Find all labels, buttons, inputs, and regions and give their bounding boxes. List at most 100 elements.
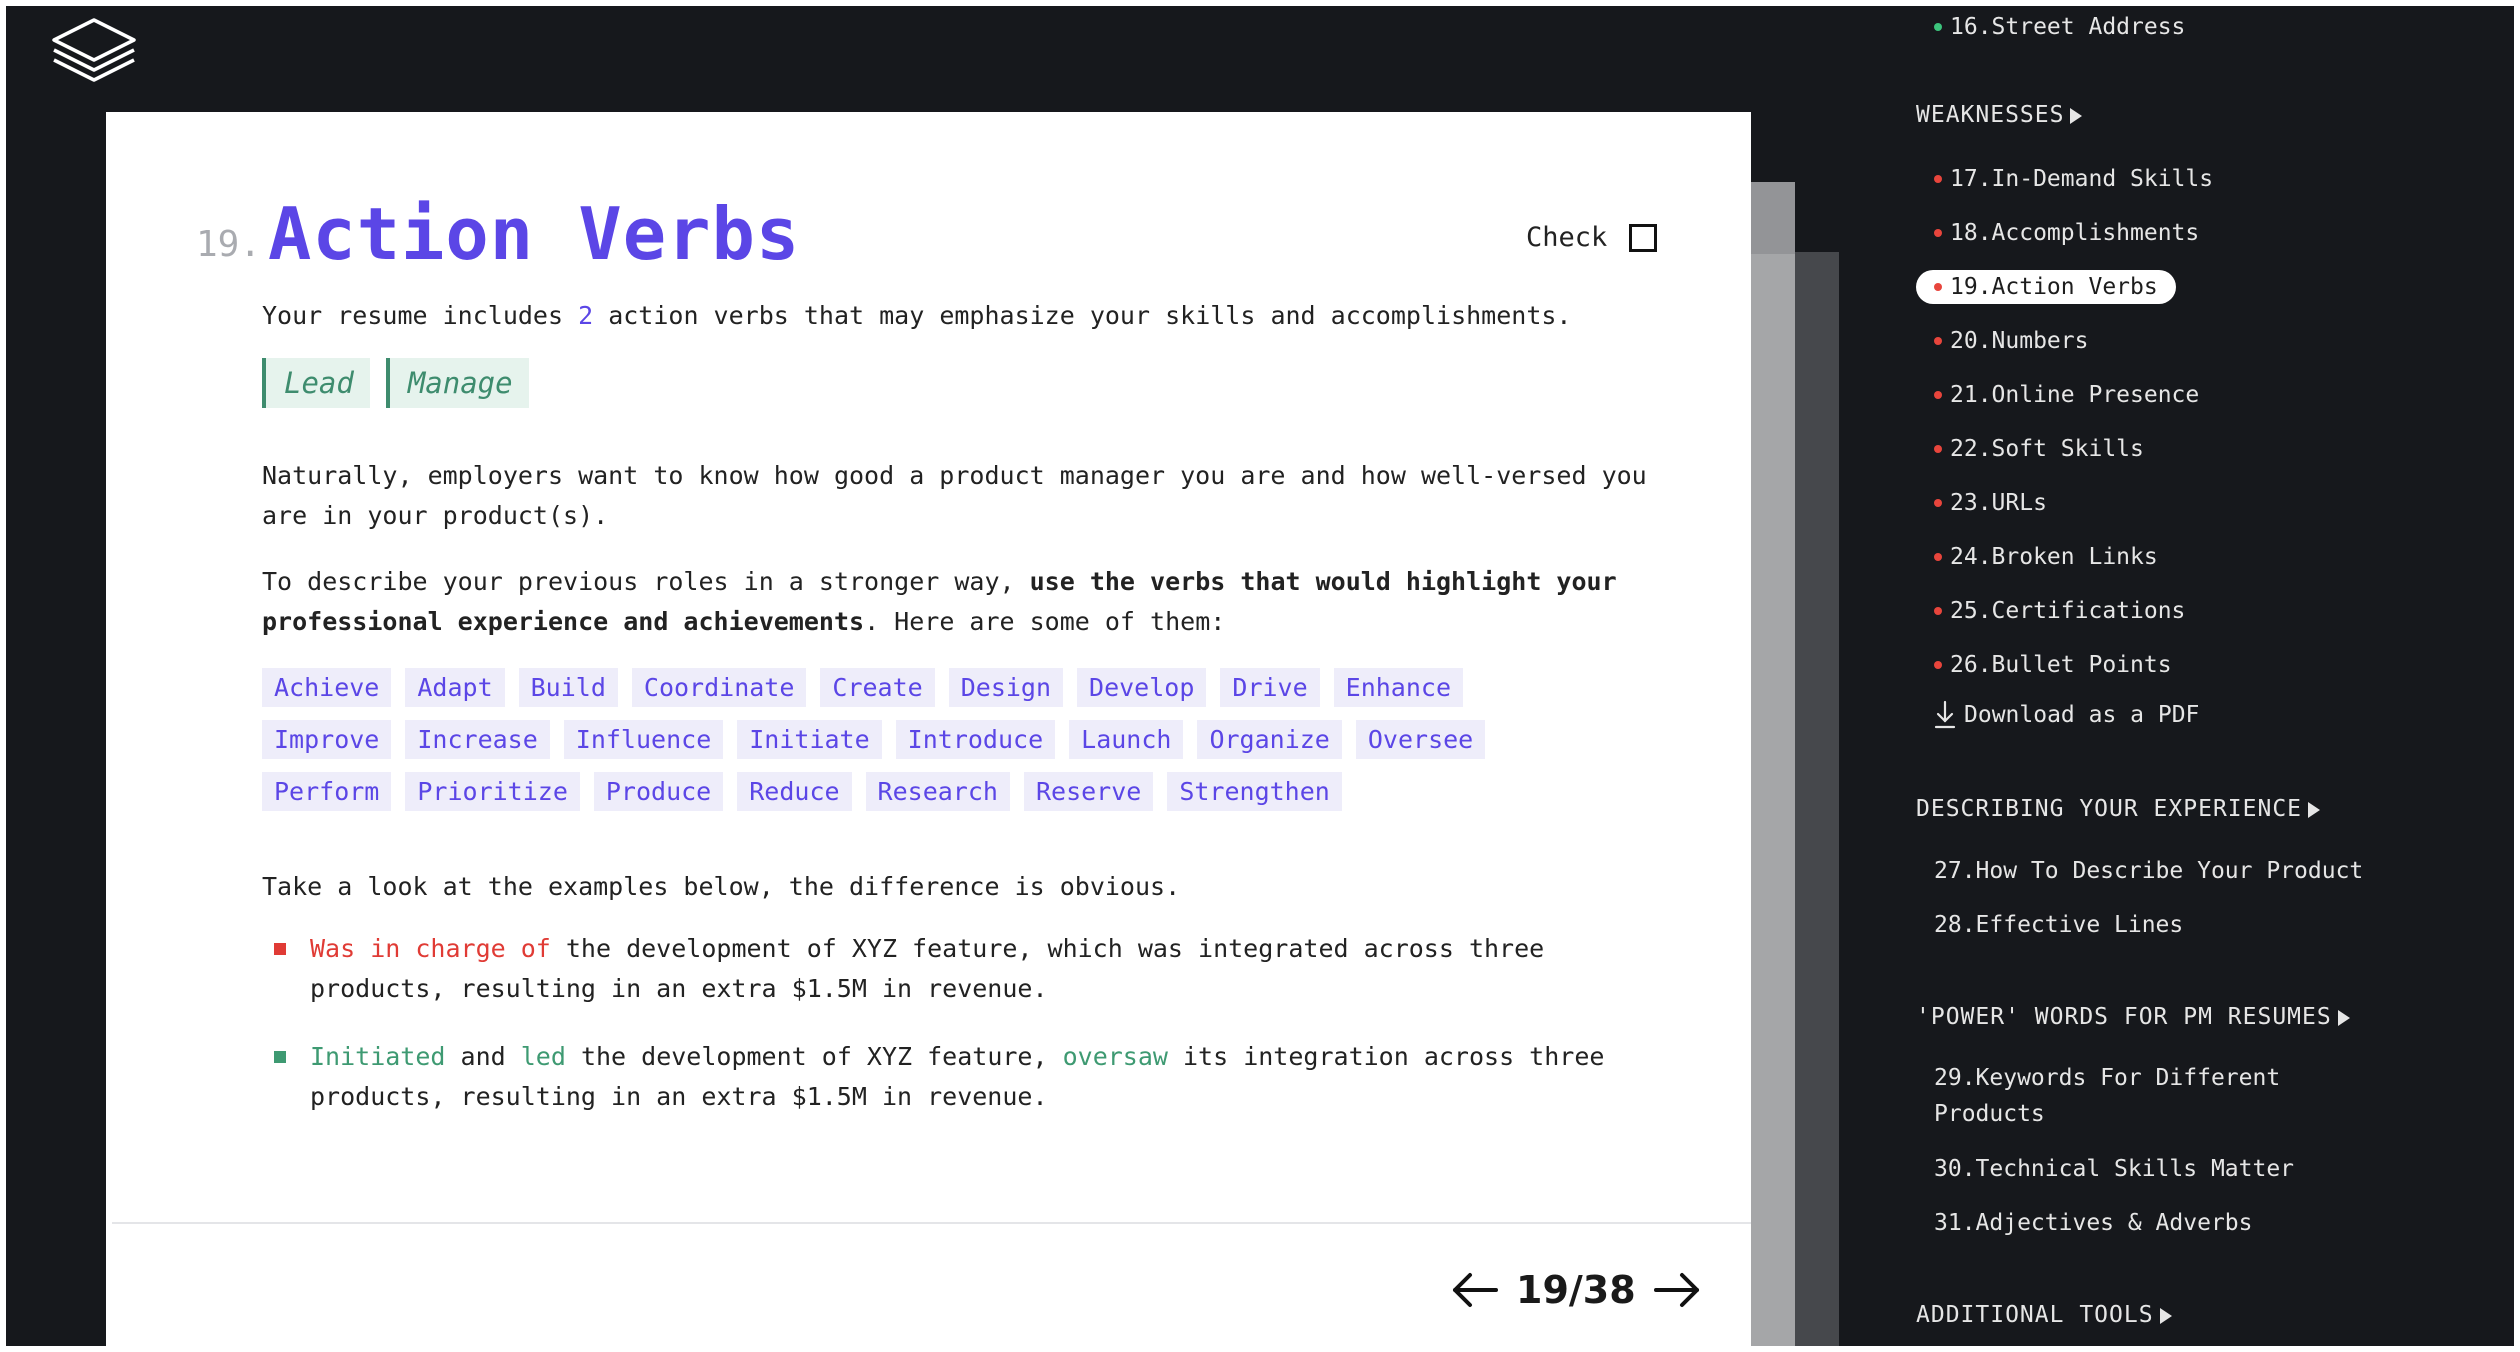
check-checkbox[interactable] [1629,223,1658,252]
sidebar-nav: 16.Street Address WEAKNESSES 17.In-Deman… [1916,6,2514,1346]
sidebar-item-label: 26.Bullet Points [1950,652,2172,678]
verb-tag[interactable]: Improve [262,720,392,759]
sidebar-item-effective-lines[interactable]: 28.Effective Lines [1934,912,2183,938]
section-power-words[interactable]: 'POWER' WORDS FOR PM RESUMES [1916,1004,2350,1030]
found-verbs: Lead Manage [262,358,1682,408]
verb-tag[interactable]: Build [518,668,618,707]
sidebar-item-weakness[interactable]: 26.Bullet Points [1934,652,2172,678]
verb-tag[interactable]: Strengthen [1167,772,1342,811]
sidebar-item-weakness[interactable]: 17.In-Demand Skills [1934,166,2213,192]
verb-tag[interactable]: Reserve [1023,772,1154,811]
section-title: 'POWER' WORDS FOR PM RESUMES [1916,1004,2332,1030]
sidebar-item-label: 28.Effective Lines [1934,912,2184,938]
bad-example: Was in charge of the development of XYZ … [262,929,1682,1009]
verb-tag[interactable]: Perform [262,772,392,811]
sidebar-item-weakness[interactable]: 23.URLs [1934,490,2047,516]
verb-tag[interactable]: Drive [1220,668,1320,707]
sidebar-item-keywords[interactable]: 29.Keywords For Different Products [1934,1060,2314,1132]
status-dot-icon [1934,337,1942,345]
intro-text: Your resume includes 2 action verbs that… [262,296,1682,336]
sidebar-item-weakness[interactable]: 21.Online Presence [1934,382,2199,408]
found-verb-tag: Manage [385,358,529,408]
download-icon [1934,700,1956,729]
sidebar-item-label: 20.Numbers [1950,328,2089,354]
good-marker-icon [274,1051,286,1063]
sidebar-item-label: 18.Accomplishments [1950,220,2200,246]
layers-logo-icon[interactable] [46,14,142,90]
good-text-2: the development of XYZ feature, [565,1042,1063,1071]
verb-tag[interactable]: Reduce [737,772,852,811]
scroll-gutter [1751,182,1795,1346]
verb-tag[interactable]: Influence [563,720,724,759]
sidebar-item-weakness[interactable]: 19.Action Verbs [1916,270,2176,304]
page-indicator: 19/38 [1516,1268,1636,1312]
sidebar-item-weakness[interactable]: 24.Broken Links [1934,544,2158,570]
section-describing[interactable]: DESCRIBING YOUR EXPERIENCE [1916,796,2321,822]
expand-triangle-icon [2159,1307,2172,1324]
intro-prefix: Your resume includes [262,301,579,330]
expand-triangle-icon [2308,801,2321,818]
examples-intro: Take a look at the examples below, the d… [262,872,1181,901]
verb-tag[interactable]: Research [865,772,1010,811]
verb-tag[interactable]: Increase [405,720,550,759]
scroll-gutter-top [1751,182,1795,254]
verb-tag[interactable]: Design [948,668,1064,707]
verb-tag[interactable]: Adapt [405,668,505,707]
good-word-3: oversaw [1062,1042,1168,1071]
sidebar-item-weakness[interactable]: 18.Accomplishments [1934,220,2199,246]
lesson-content: Your resume includes 2 action verbs that… [262,296,1682,1117]
status-dot-icon [1934,607,1942,615]
sidebar-item-weakness[interactable]: 20.Numbers [1934,328,2088,354]
sidebar-item-label: 24.Broken Links [1950,544,2158,570]
verb-tag[interactable]: Organize [1197,720,1342,759]
lesson-number: 19. [196,224,262,265]
download-pdf-link[interactable]: Download as a PDF [1934,700,2199,730]
sidebar-item-label: 29.Keywords For Different Products [1934,1065,2281,1127]
footer-divider [112,1222,1751,1224]
suggested-verbs: Achieve Adapt Build Coordinate Create Design D… [262,668,1562,811]
sidebar-item-weakness[interactable]: 25.Certifications [1934,598,2185,624]
section-weaknesses[interactable]: WEAKNESSES [1916,102,2083,128]
verb-tag[interactable]: Oversee [1355,720,1486,759]
sidebar-item-label: 22.Soft Skills [1950,436,2144,462]
verb-tag[interactable]: Enhance [1333,668,1464,707]
verb-tag[interactable]: Create [820,668,935,707]
check-toggle[interactable]: Check [1526,222,1658,253]
app-frame: 19. Action Verbs Check Your resume inclu… [6,6,2514,1346]
verb-tag[interactable]: Initiate [737,720,882,759]
prev-arrow-icon[interactable] [1450,1270,1500,1310]
verb-tag[interactable]: Coordinate [631,668,807,707]
expand-triangle-icon [2070,107,2083,124]
status-dot-icon [1934,445,1942,453]
sidebar-item-label: 25.Certifications [1950,598,2186,624]
sidebar-item-adjectives[interactable]: 31.Adjectives & Adverbs [1934,1210,2253,1236]
paragraph-describe-suffix: . Here are some of them: [864,607,1226,636]
status-dot-icon [1934,499,1942,507]
download-label: Download as a PDF [1964,702,2200,728]
verb-tag[interactable]: Prioritize [405,772,580,811]
found-verb-tag: Lead [262,358,370,408]
verb-tag[interactable]: Develop [1077,668,1207,707]
verb-tag[interactable]: Introduce [895,720,1056,759]
status-dot-icon [1934,175,1942,183]
verb-tag[interactable]: Launch [1069,720,1184,759]
next-arrow-icon[interactable] [1652,1270,1702,1310]
sidebar-item-street-address[interactable]: 16.Street Address [1934,14,2185,40]
paragraph-employers: Naturally, employers want to know how go… [262,461,1647,530]
sidebar-item-weakness[interactable]: 22.Soft Skills [1934,436,2144,462]
sidebar-item-technical-skills[interactable]: 30.Technical Skills Matter [1934,1156,2294,1182]
pager: 19/38 [1450,1268,1702,1312]
section-additional-tools[interactable]: ADDITIONAL TOOLS [1916,1302,2172,1328]
sidebar-item-describe-product[interactable]: 27.How To Describe Your Product [1934,858,2363,884]
intro-suffix: action verbs that may emphasize your ski… [593,301,1572,330]
status-dot-icon [1934,23,1942,31]
sidebar-item-label: 27.How To Describe Your Product [1934,858,2364,884]
paragraph-describe: To describe your previous roles in a str… [262,562,1682,642]
scrollbar-track[interactable] [1795,252,1839,1346]
lesson-card: 19. Action Verbs Check Your resume inclu… [106,112,1751,1346]
good-word-2: led [520,1042,566,1071]
sidebar-item-label: 19.Action Verbs [1950,274,2158,300]
paragraph-describe-prefix: To describe your previous roles in a str… [262,567,1030,596]
verb-tag[interactable]: Achieve [262,668,392,707]
verb-tag[interactable]: Produce [593,772,724,811]
